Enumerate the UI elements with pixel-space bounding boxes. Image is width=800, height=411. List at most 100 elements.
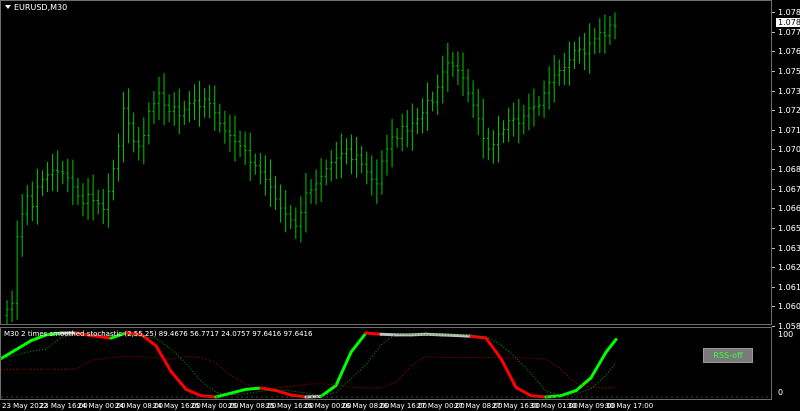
price-bar: [25, 185, 29, 225]
price-bar: [603, 14, 607, 54]
price-bar: [56, 150, 60, 192]
price-bar: [593, 27, 597, 55]
price-bar: [213, 85, 217, 131]
stochastic-main-segment: [589, 350, 608, 380]
price-label: 1.07765: [778, 27, 800, 37]
price-bar: [35, 168, 39, 225]
price-bar: [218, 103, 222, 133]
price-bar: [66, 158, 70, 193]
stochastic-main-segment: [439, 333, 458, 338]
price-bar: [476, 88, 480, 136]
price-bar: [567, 41, 571, 86]
stochastic-main-segment: [469, 334, 488, 340]
price-bar: [304, 172, 308, 233]
price-bar: [116, 133, 120, 182]
price-tick: [772, 110, 775, 112]
price-bar: [319, 158, 323, 203]
price-bar: [167, 94, 171, 123]
price-bar: [360, 146, 364, 174]
price-bar: [71, 159, 75, 206]
time-label: 30 May 17:00: [605, 402, 654, 410]
price-bar: [365, 151, 369, 185]
price-bar: [101, 189, 105, 225]
price-bar: [390, 118, 394, 168]
price-bar: [127, 88, 131, 144]
price-bar: [522, 104, 526, 135]
price-bar: [243, 131, 247, 166]
price-bar: [51, 153, 55, 192]
stochastic-main-segment: [529, 394, 548, 399]
price-bar: [547, 66, 551, 110]
price-bar: [512, 102, 516, 137]
price-bar: [375, 159, 379, 204]
price-label: 1.07260: [778, 106, 800, 116]
price-label: 1.07135: [778, 125, 800, 135]
price-tick: [772, 31, 775, 33]
price-bar: [5, 300, 9, 324]
price-tick: [772, 267, 775, 269]
stochastic-main-segment: [574, 376, 593, 393]
price-tick: [772, 70, 775, 72]
price-bar: [258, 153, 262, 185]
price-label: 1.06885: [778, 165, 800, 174]
price-bar: [410, 103, 414, 151]
price-label: 1.07390: [778, 86, 800, 96]
stochastic-main-segment: [409, 332, 428, 337]
price-bar: [299, 196, 303, 243]
price-tick: [772, 227, 775, 229]
price-bar: [557, 59, 561, 86]
price-bar: [279, 184, 283, 223]
stochastic-lines: [1, 331, 771, 399]
stochastic-main-segment: [604, 337, 618, 354]
price-axis: 1.07895 1.07765 1.07640 1.07515 1.07390 1.072…: [772, 0, 800, 331]
price-bar: [405, 110, 409, 148]
price-tick: [772, 208, 775, 210]
stochastic-main-segment: [544, 394, 563, 399]
price-bar: [583, 32, 587, 71]
price-bar: [248, 132, 252, 181]
price-bar: [466, 68, 470, 103]
price-bar: [471, 80, 475, 118]
price-bar: [517, 98, 521, 144]
price-bar: [30, 181, 34, 222]
indicator-pane[interactable]: M30 2 times smoothed stochastic (2,55,25…: [0, 327, 772, 400]
price-bar: [203, 88, 207, 118]
price-label: 1.06125: [778, 282, 800, 292]
price-label: 1.06505: [778, 223, 800, 233]
price-label: 1.07640: [778, 47, 800, 57]
price-bar: [172, 92, 176, 126]
price-chart-pane[interactable]: EURUSD,M30: [0, 0, 772, 325]
price-bar: [431, 91, 435, 112]
price-bar: [507, 107, 511, 143]
price-label: 1.06005: [778, 302, 800, 312]
price-bar: [289, 205, 293, 230]
price-bar: [613, 12, 617, 40]
price-bar: [263, 155, 267, 196]
price-bar: [157, 76, 161, 121]
price-bar: [532, 88, 536, 127]
price-bar: [400, 113, 404, 152]
stochastic-main-segment: [199, 394, 218, 399]
stochastic-main-segment: [274, 389, 293, 397]
price-bar: [537, 96, 541, 116]
price-bar: [132, 112, 136, 153]
price-tick: [772, 90, 775, 92]
dropdown-triangle-icon[interactable]: [5, 5, 11, 9]
price-bars: [5, 12, 617, 324]
price-bar: [152, 91, 156, 124]
price-bar: [324, 159, 328, 186]
price-bar: [111, 159, 115, 201]
price-bar: [106, 173, 110, 228]
price-bar: [238, 130, 242, 157]
price-bar: [491, 130, 495, 164]
price-bar: [223, 110, 227, 144]
stochastic-main-segment: [424, 332, 443, 337]
price-bar: [81, 183, 85, 217]
stochastic-main-segment: [514, 385, 533, 398]
stochastic-signal-line: [1, 333, 617, 397]
price-label: 1.06755: [778, 184, 800, 194]
stochastic-main-segment: [499, 357, 518, 389]
price-bar: [415, 107, 419, 135]
rss-off-button[interactable]: RSS-off: [703, 348, 753, 363]
price-bar: [198, 80, 202, 127]
